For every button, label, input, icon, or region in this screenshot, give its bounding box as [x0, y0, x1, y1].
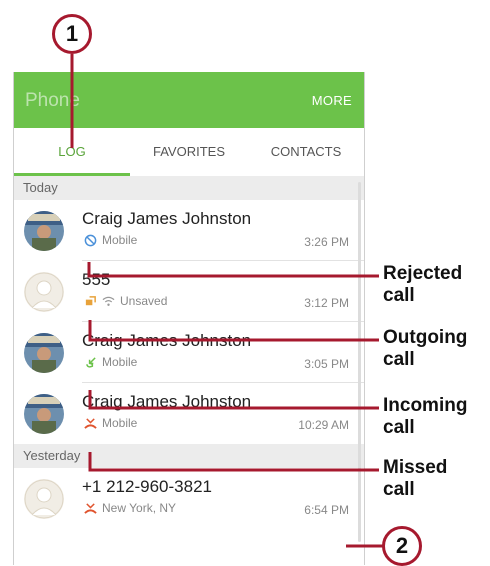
callout-text: Outgoing: [383, 327, 468, 348]
call-log-row[interactable]: Craig James Johnston Mobile 3:05 PM: [14, 322, 364, 383]
contact-name: Craig James Johnston: [82, 209, 252, 228]
contact-name: Craig James Johnston: [82, 392, 252, 411]
phone-screen: Phone MORE LOG FAVORITES CONTACTS Today …: [13, 72, 365, 565]
call-time: 10:29 AM: [298, 418, 349, 432]
call-log-row[interactable]: +1 212-960-3821 New York, NY 6:54 PM: [14, 468, 364, 529]
call-detail: Mobile: [84, 233, 137, 247]
tab-bar: LOG FAVORITES CONTACTS: [14, 128, 364, 176]
callout-missed: Missed call: [383, 457, 447, 501]
call-label: Mobile: [102, 355, 138, 369]
call-log-row[interactable]: Craig James Johnston Mobile 3:26 PM: [14, 200, 364, 261]
avatar: [24, 394, 64, 434]
callout-text: call: [383, 349, 415, 370]
callout-text: call: [383, 479, 415, 500]
scrollbar[interactable]: [358, 182, 361, 542]
call-time: 3:12 PM: [304, 296, 349, 310]
section-header-yesterday: Yesterday: [14, 444, 364, 468]
callout-text: call: [383, 417, 415, 438]
call-detail: New York, NY: [84, 501, 176, 515]
callout-incoming: Incoming call: [383, 395, 467, 439]
tab-favorites[interactable]: FAVORITES: [131, 128, 247, 176]
step-1-badge: 1: [52, 14, 92, 54]
avatar: [24, 211, 64, 251]
missed-call-icon: [84, 502, 97, 515]
avatar: [24, 272, 64, 312]
call-detail: Unsaved: [84, 294, 167, 308]
call-log-row[interactable]: Craig James Johnston Mobile 10:29 AM: [14, 383, 364, 444]
step-2-badge: 2: [382, 526, 422, 566]
contact-name: Craig James Johnston: [82, 331, 252, 350]
call-label: Unsaved: [120, 294, 168, 308]
call-detail: Mobile: [84, 416, 137, 430]
callout-text: call: [383, 285, 415, 306]
app-bar: Phone MORE: [14, 72, 364, 128]
call-detail: Mobile: [84, 355, 137, 369]
tab-contacts[interactable]: CONTACTS: [248, 128, 364, 176]
call-time: 3:05 PM: [304, 357, 349, 371]
wifi-icon: [102, 295, 115, 308]
avatar: [24, 333, 64, 373]
more-button[interactable]: MORE: [312, 93, 352, 108]
callout-outgoing: Outgoing call: [383, 327, 467, 371]
call-time: 6:54 PM: [304, 503, 349, 517]
callout-text: Missed: [383, 457, 448, 478]
tab-log[interactable]: LOG: [14, 128, 130, 176]
section-header-today: Today: [14, 176, 364, 200]
avatar: [24, 479, 64, 519]
call-time: 3:26 PM: [304, 235, 349, 249]
callout-text: Rejected: [383, 263, 463, 284]
call-label: Mobile: [102, 416, 138, 430]
rejected-call-icon: [84, 234, 97, 247]
callout-text: Incoming: [383, 395, 468, 416]
app-title: Phone: [25, 90, 80, 111]
callout-rejected: Rejected call: [383, 263, 462, 307]
call-label: New York, NY: [102, 501, 177, 515]
incoming-call-icon: [84, 356, 97, 369]
call-label: Mobile: [102, 233, 138, 247]
contact-name: 555: [82, 270, 111, 289]
call-log-row[interactable]: 555 Unsaved 3:12 PM: [14, 261, 364, 322]
missed-call-icon: [84, 417, 97, 430]
outgoing-call-icon: [84, 295, 97, 308]
contact-name: +1 212-960-3821: [82, 477, 212, 496]
